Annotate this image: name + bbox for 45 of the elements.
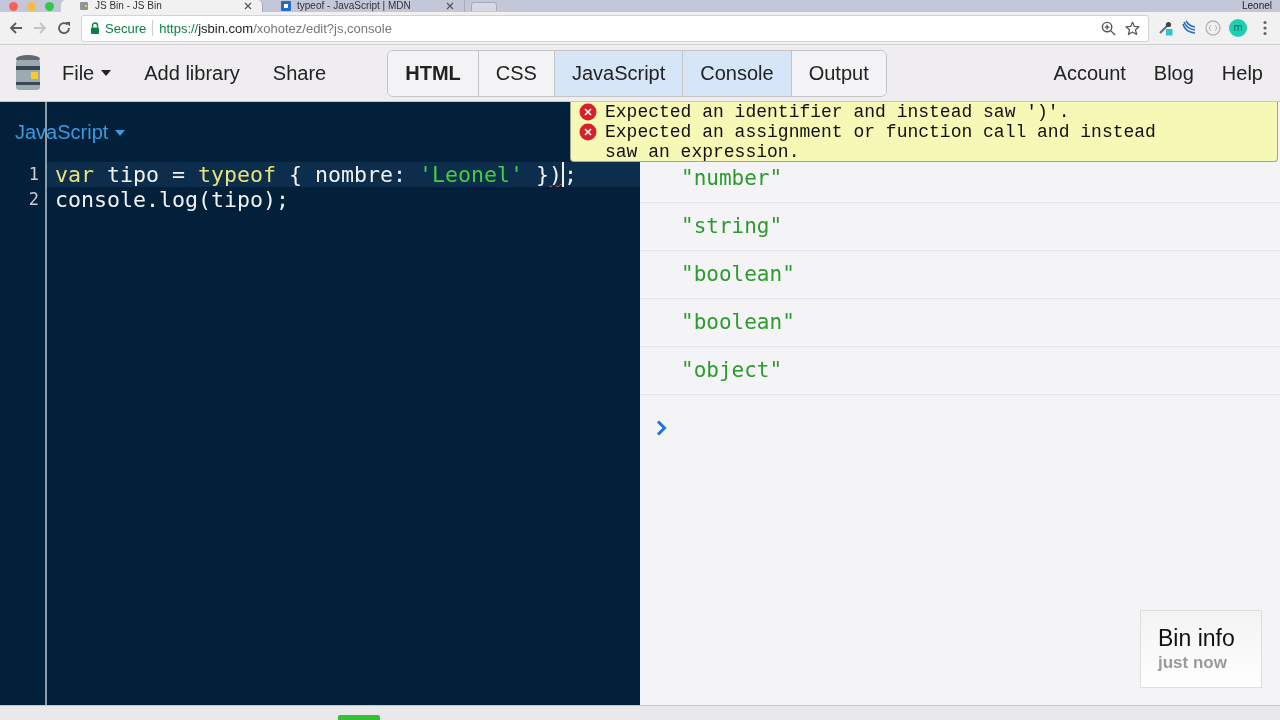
prompt-chevron-icon (656, 420, 667, 436)
security-label: Secure (105, 20, 147, 36)
back-arrow-icon[interactable] (8, 20, 24, 36)
panel-tab[interactable]: HTML (388, 50, 479, 96)
console-output-line: "boolean" (681, 263, 795, 286)
browser-tab[interactable]: JS Bin - JS Bin (61, 0, 263, 12)
reload-icon[interactable] (56, 20, 72, 36)
error-icon (579, 103, 597, 121)
console-output-line: "boolean" (681, 311, 795, 334)
error-icon (579, 123, 597, 141)
panel-tab[interactable]: CSS (478, 50, 555, 96)
caret-icon (115, 129, 126, 136)
nav-link[interactable]: Blog (1153, 61, 1194, 85)
nav-link[interactable]: Help (1221, 61, 1263, 85)
bin-info-button[interactable]: Bin info just now (1140, 610, 1262, 688)
console-output-line: "number" (681, 167, 783, 190)
panel-tab[interactable]: Console (683, 50, 792, 96)
console-output-line: "string" (681, 215, 783, 238)
close-icon[interactable] (446, 2, 454, 10)
address-field[interactable]: Secure https://jsbin.com/xohotez/edit?js,console (81, 14, 1149, 42)
close-icon[interactable] (244, 2, 252, 10)
bottom-tab-edge (338, 715, 380, 720)
panel-tab[interactable]: Output (791, 50, 886, 96)
line-number: 2 (27, 188, 40, 211)
square-favicon-icon (281, 1, 291, 11)
trash-can-icon[interactable] (14, 54, 42, 92)
panel-tab[interactable]: JavaScript (554, 50, 684, 96)
more-menu-icon[interactable] (1263, 20, 1267, 36)
bin-favicon-icon (79, 1, 89, 11)
bookmark-star-icon[interactable] (1125, 20, 1140, 36)
zoom-icon[interactable] (1101, 20, 1116, 36)
lint-message: Expected an identifier and instead saw ')'. (605, 102, 1071, 122)
profile-name[interactable]: Leonel (1241, 0, 1272, 12)
menu-button[interactable]: File (62, 61, 112, 85)
menu-button[interactable]: Share (272, 61, 327, 85)
lock-icon (90, 22, 100, 34)
lint-message: Expected an assignment or function call and instead saw an expression. (605, 122, 1157, 162)
nav-link[interactable]: Account (1053, 61, 1126, 85)
eyedropper-icon[interactable] (1157, 20, 1173, 36)
wave-arcs-icon[interactable] (1181, 20, 1197, 36)
code-line: console.log(tipo); (54, 187, 290, 212)
line-number: 1 (27, 163, 40, 186)
url-text: https://jsbin.com/xohotez/edit?js,console (159, 20, 392, 36)
console-output-line: "object" (681, 359, 783, 382)
menu-button[interactable]: Add library (144, 61, 240, 85)
